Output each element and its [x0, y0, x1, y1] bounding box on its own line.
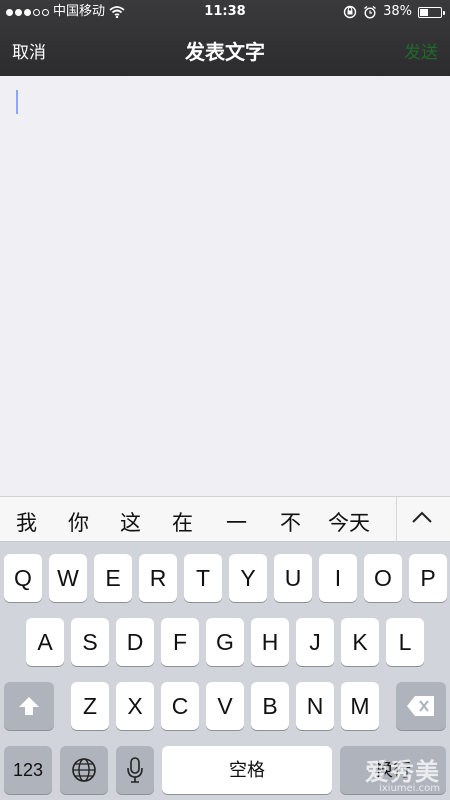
key-label: B: [262, 693, 278, 719]
key-s[interactable]: S: [71, 618, 109, 666]
battery-percent: 38%: [383, 4, 412, 19]
backspace-icon: [407, 696, 434, 716]
space-key[interactable]: 空格: [162, 746, 332, 794]
key-v[interactable]: V: [206, 682, 244, 730]
key-z[interactable]: Z: [71, 682, 109, 730]
key-label: D: [126, 629, 144, 655]
candidate-word[interactable]: 你: [68, 507, 89, 537]
alarm-icon: [364, 5, 377, 19]
key-n[interactable]: N: [296, 682, 334, 730]
watermark: 爱秀美 ixiumei.com: [365, 752, 440, 794]
key-i[interactable]: I: [319, 554, 357, 602]
candidate-word[interactable]: 今天: [328, 507, 370, 537]
key-label: N: [306, 693, 324, 719]
key-b[interactable]: B: [251, 682, 289, 730]
text-editor[interactable]: [0, 76, 450, 496]
status-bar: 中国移动 11:38 38%: [0, 0, 450, 24]
key-m[interactable]: M: [341, 682, 379, 730]
candidate-word[interactable]: 在: [172, 507, 193, 537]
key-label: K: [352, 629, 368, 655]
key-label: S: [82, 629, 98, 655]
top-bar: 中国移动 11:38 38% 取消 发表文字 发送: [0, 0, 450, 76]
key-label: W: [57, 565, 79, 591]
key-q[interactable]: Q: [4, 554, 42, 602]
key-label: H: [261, 629, 279, 655]
key-label: 空格: [229, 760, 265, 780]
key-t[interactable]: T: [184, 554, 222, 602]
text-cursor: [16, 90, 18, 114]
status-right: 38%: [343, 0, 445, 24]
key-w[interactable]: W: [49, 554, 87, 602]
key-label: L: [398, 629, 412, 655]
candidate-word[interactable]: 这: [120, 507, 141, 537]
shift-icon: [19, 697, 39, 715]
key-label: U: [284, 565, 302, 591]
key-label: V: [217, 693, 233, 719]
nav-bar: 取消 发表文字 发送: [0, 24, 450, 76]
key-label: M: [350, 693, 370, 719]
key-y[interactable]: Y: [229, 554, 267, 602]
key-label: I: [334, 565, 342, 591]
key-f[interactable]: F: [161, 618, 199, 666]
key-l[interactable]: L: [386, 618, 424, 666]
key-label: J: [309, 629, 321, 655]
microphone-icon: [127, 757, 143, 783]
key-h[interactable]: H: [251, 618, 289, 666]
watermark-text: 爱秀美: [365, 758, 440, 786]
send-button[interactable]: 发送: [404, 38, 438, 63]
battery-level: [420, 8, 428, 16]
candidate-divider: [396, 497, 397, 543]
key-label: Y: [240, 565, 256, 591]
key-a[interactable]: A: [26, 618, 64, 666]
candidate-word[interactable]: 不: [280, 507, 301, 537]
key-p[interactable]: P: [409, 554, 447, 602]
key-label: P: [420, 565, 436, 591]
key-o[interactable]: O: [364, 554, 402, 602]
key-k[interactable]: K: [341, 618, 379, 666]
candidate-word[interactable]: 我: [16, 507, 37, 537]
keyboard: Q W E R T Y U I O P A S D F G H J K L Z …: [0, 542, 450, 800]
key-label: Z: [82, 693, 98, 719]
key-u[interactable]: U: [274, 554, 312, 602]
key-label: C: [171, 693, 189, 719]
key-label: A: [37, 629, 53, 655]
key-d[interactable]: D: [116, 618, 154, 666]
key-c[interactable]: C: [161, 682, 199, 730]
rotation-lock-icon: [343, 5, 357, 19]
globe-icon: [72, 758, 96, 782]
numbers-key[interactable]: 123: [4, 746, 52, 794]
key-label: 123: [12, 760, 44, 780]
key-x[interactable]: X: [116, 682, 154, 730]
key-label: F: [172, 629, 188, 655]
key-label: Q: [14, 565, 32, 591]
globe-key[interactable]: [60, 746, 108, 794]
battery-icon: [418, 6, 445, 18]
chevron-up-icon[interactable]: [410, 507, 434, 529]
key-label: T: [195, 565, 211, 591]
candidate-word[interactable]: 一: [226, 507, 247, 537]
key-label: E: [105, 565, 121, 591]
key-r[interactable]: R: [139, 554, 177, 602]
key-label: X: [127, 693, 143, 719]
key-label: G: [216, 629, 234, 655]
key-g[interactable]: G: [206, 618, 244, 666]
key-j[interactable]: J: [296, 618, 334, 666]
key-e[interactable]: E: [94, 554, 132, 602]
page-title: 发表文字: [185, 40, 265, 64]
delete-key[interactable]: [396, 682, 446, 730]
candidate-bar: 我 你 这 在 一 不 今天: [0, 496, 450, 543]
key-label: R: [149, 565, 167, 591]
dictation-key[interactable]: [116, 746, 154, 794]
key-label: O: [374, 565, 392, 591]
shift-key[interactable]: [4, 682, 54, 730]
